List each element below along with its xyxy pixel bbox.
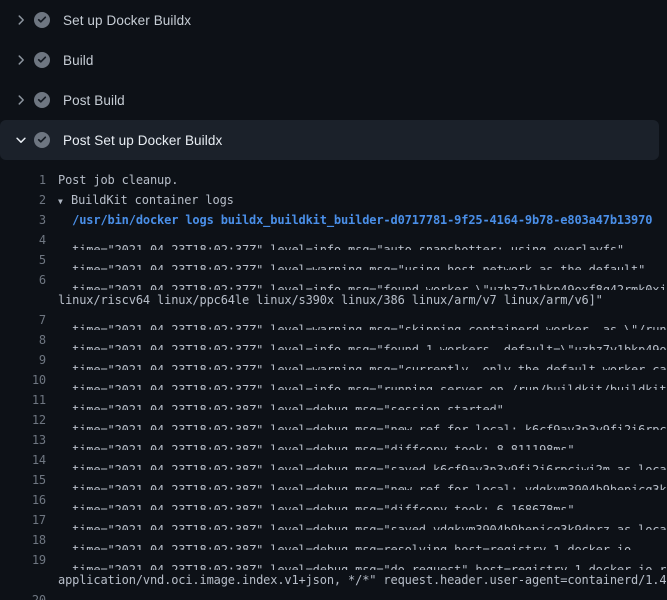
log-text: time="2021-04-23T18:02:37Z" level=warnin… — [58, 250, 645, 270]
log-row: 17 time="2021-04-23T18:02:38Z" level=deb… — [0, 510, 667, 530]
line-number[interactable]: 5 — [0, 250, 46, 270]
log-row: 15 time="2021-04-23T18:02:38Z" level=deb… — [0, 470, 667, 490]
step-row[interactable]: Post Build — [0, 80, 659, 120]
log-row: 9 time="2021-04-23T18:02:37Z" level=warn… — [0, 350, 667, 370]
log-text: time="2021-04-23T18:02:38Z" level=debug … — [58, 430, 574, 450]
check-circle-icon — [34, 92, 50, 108]
log-row: 4 time="2021-04-23T18:02:37Z" level=info… — [0, 230, 667, 250]
log-text: time="2021-04-23T18:02:38Z" level=debug … — [58, 390, 504, 410]
line-number[interactable]: 17 — [0, 510, 46, 530]
log-lines: 1 Post job cleanup. 2 ▼BuildKit container l… — [0, 160, 667, 600]
step-row[interactable]: Post Set up Docker Buildx — [0, 120, 659, 160]
triangle-down-icon: ▼ — [58, 192, 71, 211]
log-row: 7 time="2021-04-23T18:02:37Z" level=warn… — [0, 310, 667, 330]
check-circle-icon — [34, 132, 50, 148]
chevron-down-icon — [14, 133, 28, 147]
log-row: 13 time="2021-04-23T18:02:38Z" level=deb… — [0, 430, 667, 450]
line-number[interactable]: 2 — [0, 190, 46, 210]
line-number[interactable]: 11 — [0, 390, 46, 410]
log-row: 18 time="2021-04-23T18:02:38Z" level=deb… — [0, 530, 667, 550]
log-text: time="2021-04-23T18:02:37Z" level=info m… — [58, 370, 666, 390]
chevron-right-icon — [14, 13, 28, 27]
line-number[interactable]: 12 — [0, 410, 46, 430]
log-row: linux/riscv64 linux/ppc64le linux/s390x … — [0, 290, 667, 310]
log-row: 1 Post job cleanup. — [0, 170, 667, 190]
step-row[interactable]: Set up Docker Buildx — [0, 0, 659, 40]
check-circle-icon — [34, 12, 50, 28]
line-number[interactable]: 6 — [0, 270, 46, 290]
log-text: time="2021-04-23T18:02:37Z" level=warnin… — [58, 350, 666, 370]
log-row: 10 time="2021-04-23T18:02:37Z" level=inf… — [0, 370, 667, 390]
step-label: Set up Docker Buildx — [63, 13, 191, 28]
log-group-toggle[interactable]: ▼BuildKit container logs — [58, 190, 234, 210]
chevron-right-icon — [14, 93, 28, 107]
chevron-right-icon — [14, 53, 28, 67]
log-text: time="2021-04-23T18:02:38Z" level=debug … — [58, 490, 574, 510]
line-number[interactable]: 19 — [0, 550, 46, 570]
log-text: time="2021-04-23T18:02:37Z" level=info m… — [58, 270, 666, 290]
line-number — [0, 290, 46, 310]
log-row: 3 /usr/bin/docker logs buildx_buildkit_b… — [0, 210, 667, 230]
step-label: Post Set up Docker Buildx — [63, 133, 222, 148]
line-number — [0, 570, 46, 590]
line-number[interactable]: 9 — [0, 350, 46, 370]
log-text: time="2021-04-23T18:02:38Z" level=debug … — [58, 450, 666, 470]
log-row: 6 time="2021-04-23T18:02:37Z" level=info… — [0, 270, 667, 290]
log-row: 14 time="2021-04-23T18:02:38Z" level=deb… — [0, 450, 667, 470]
line-number[interactable]: 14 — [0, 450, 46, 470]
line-number[interactable]: 18 — [0, 530, 46, 550]
steps-list: Set up Docker Buildx Build Post Build Post … — [0, 0, 667, 160]
line-number[interactable]: 8 — [0, 330, 46, 350]
log-row: 11 time="2021-04-23T18:02:38Z" level=deb… — [0, 390, 667, 410]
line-number[interactable]: 10 — [0, 370, 46, 390]
line-number[interactable]: 4 — [0, 230, 46, 250]
line-number[interactable]: 20 — [0, 590, 46, 600]
check-circle-icon — [34, 52, 50, 68]
log-text: time="2021-04-23T18:02:37Z" level=info m… — [58, 330, 666, 350]
log-command-text: /usr/bin/docker logs buildx_buildkit_bui… — [58, 210, 652, 230]
log-text: time="2021-04-23T18:02:38Z" level=debug … — [58, 590, 666, 600]
log-row: 16 time="2021-04-23T18:02:38Z" level=deb… — [0, 490, 667, 510]
log-row: application/vnd.oci.image.index.v1+json,… — [0, 570, 667, 590]
log-group-label: BuildKit container logs — [71, 193, 234, 207]
step-label: Build — [63, 53, 94, 68]
line-number[interactable]: 1 — [0, 170, 46, 190]
log-row: 8 time="2021-04-23T18:02:37Z" level=info… — [0, 330, 667, 350]
log-text: linux/riscv64 linux/ppc64le linux/s390x … — [58, 290, 603, 310]
line-number[interactable]: 16 — [0, 490, 46, 510]
line-number[interactable]: 3 — [0, 210, 46, 230]
log-text: time="2021-04-23T18:02:38Z" level=debug … — [58, 410, 666, 430]
log-row: 20 time="2021-04-23T18:02:38Z" level=deb… — [0, 590, 667, 600]
step-label: Post Build — [63, 93, 125, 108]
log-row: 5 time="2021-04-23T18:02:37Z" level=warn… — [0, 250, 667, 270]
line-number[interactable]: 7 — [0, 310, 46, 330]
line-number[interactable]: 13 — [0, 430, 46, 450]
log-row: 19 time="2021-04-23T18:02:38Z" level=deb… — [0, 550, 667, 570]
workflow-log-viewer: Set up Docker Buildx Build Post Build Post … — [0, 0, 667, 600]
log-text: time="2021-04-23T18:02:37Z" level=warnin… — [58, 310, 666, 330]
log-text: Post job cleanup. — [58, 170, 178, 190]
log-text: time="2021-04-23T18:02:38Z" level=debug … — [58, 470, 666, 490]
log-text: time="2021-04-23T18:02:37Z" level=info m… — [58, 230, 624, 250]
log-text: time="2021-04-23T18:02:38Z" level=debug … — [58, 550, 666, 570]
log-row: 2 ▼BuildKit container logs — [0, 190, 667, 210]
log-row: 12 time="2021-04-23T18:02:38Z" level=deb… — [0, 410, 667, 430]
log-text: time="2021-04-23T18:02:38Z" level=debug … — [58, 530, 631, 550]
log-text: application/vnd.oci.image.index.v1+json,… — [58, 570, 666, 590]
line-number[interactable]: 15 — [0, 470, 46, 490]
step-row[interactable]: Build — [0, 40, 659, 80]
log-text: time="2021-04-23T18:02:38Z" level=debug … — [58, 510, 666, 530]
